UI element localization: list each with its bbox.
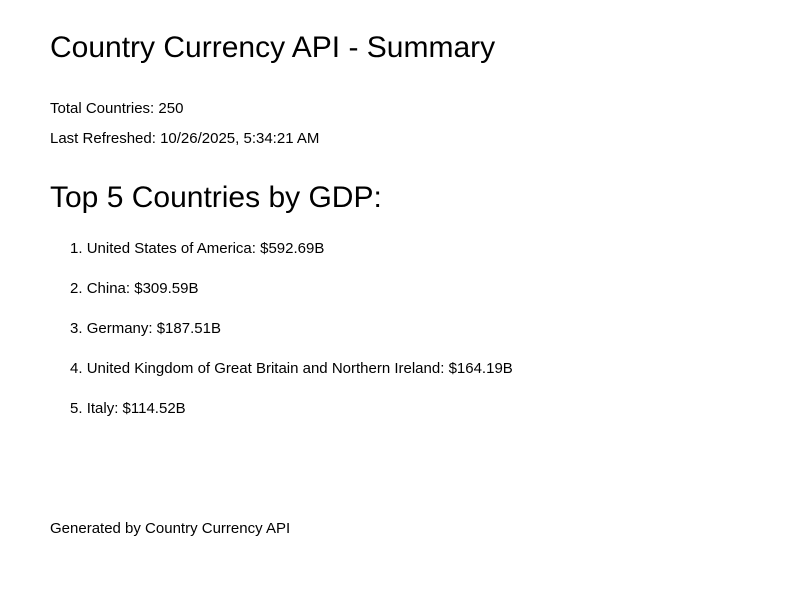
- gdp-rank: 3.: [70, 320, 83, 337]
- total-countries-label: Total Countries:: [50, 100, 155, 117]
- gdp-rank: 4.: [70, 360, 83, 377]
- gdp-country: United Kingdom of Great Britain and Nort…: [86, 360, 441, 377]
- gdp-country: Italy: [86, 400, 115, 417]
- gdp-rank: 1.: [70, 240, 83, 257]
- gdp-list-item: 4. United Kingdom of Great Britain and N…: [70, 360, 513, 377]
- gdp-list-item: 3. Germany: $187.51B: [70, 320, 221, 337]
- gdp-value: $187.51B: [156, 320, 221, 337]
- gdp-country: Germany: [86, 320, 149, 337]
- total-countries-value: 250: [158, 100, 184, 117]
- top-gdp-heading: Top 5 Countries by GDP:: [50, 181, 382, 214]
- gdp-value: $592.69B: [260, 240, 325, 257]
- last-refreshed-value: 10/26/2025, 5:34:21 AM: [160, 130, 320, 147]
- last-refreshed: Last Refreshed: 10/26/2025, 5:34:21 AM: [50, 130, 319, 148]
- top-gdp-list: 1. United States of America: $592.69B 2.…: [70, 240, 513, 440]
- gdp-value: $309.59B: [134, 280, 199, 297]
- summary-page: Country Currency API - Summary Total Cou…: [50, 0, 770, 600]
- gdp-list-item: 5. Italy: $114.52B: [70, 400, 186, 417]
- gdp-country: China: [86, 280, 126, 297]
- last-refreshed-label: Last Refreshed:: [50, 130, 156, 147]
- page-title: Country Currency API - Summary: [50, 31, 496, 64]
- total-countries: Total Countries: 250: [50, 100, 183, 118]
- gdp-value: $164.19B: [448, 360, 513, 377]
- gdp-list-item: 1. United States of America: $592.69B: [70, 240, 325, 257]
- footer-text: Generated by Country Currency API: [50, 520, 291, 537]
- gdp-rank: 2.: [70, 280, 83, 297]
- gdp-list-item: 2. China: $309.59B: [70, 280, 199, 297]
- gdp-country: United States of America: [86, 240, 252, 257]
- gdp-rank: 5.: [70, 400, 83, 417]
- gdp-value: $114.52B: [122, 400, 186, 417]
